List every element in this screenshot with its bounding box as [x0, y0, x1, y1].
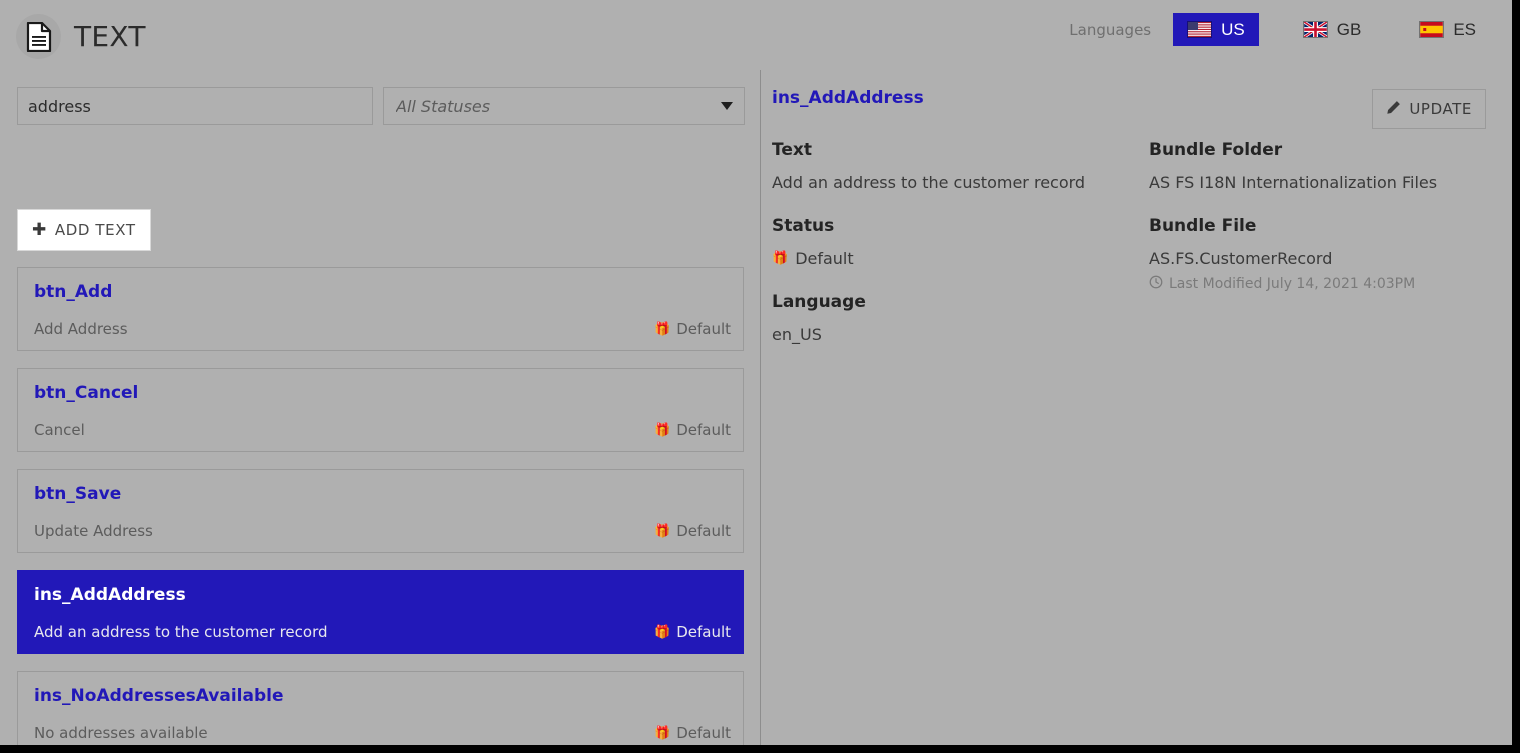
field-bundle-file: Bundle File AS.FS.CustomerRecord Last Mo… [1149, 216, 1509, 293]
status-badge: 🎁 Default [654, 320, 731, 338]
main-content: All Statuses ✚ ADD TEXT btn_Add Add Addr… [0, 70, 1512, 745]
list-item-key: ins_NoAddressesAvailable [34, 686, 284, 706]
document-icon [16, 14, 61, 59]
status-badge-label: Default [676, 724, 731, 742]
status-badge-label: Default [676, 421, 731, 439]
status-filter-wrap: All Statuses [383, 87, 745, 125]
status-badge: 🎁 Default [654, 522, 731, 540]
list-item[interactable]: btn_Save Update Address 🎁 Default [17, 469, 744, 553]
field-value-text: Add an address to the customer record [772, 173, 1086, 192]
field-value-bundle-file: AS.FS.CustomerRecord [1149, 249, 1333, 268]
detail-column-left: Text Add an address to the customer reco… [772, 140, 1142, 368]
language-button-us[interactable]: US [1173, 13, 1259, 46]
list-item-selected[interactable]: ins_AddAddress Add an address to the cus… [17, 570, 744, 654]
field-status: Status 🎁 Default [772, 216, 1142, 268]
field-value-bundle-folder: AS FS I18N Internationalization Files [1149, 173, 1438, 192]
gift-icon: 🎁 [654, 725, 671, 741]
list-item[interactable]: btn_Cancel Cancel 🎁 Default [17, 368, 744, 452]
status-badge: 🎁 Default [654, 421, 731, 439]
language-label-us: US [1221, 19, 1245, 39]
plus-icon: ✚ [32, 219, 47, 240]
text-list-pane: All Statuses ✚ ADD TEXT btn_Add Add Addr… [0, 70, 760, 745]
list-item-key: btn_Cancel [34, 383, 139, 403]
status-badge-label: Default [676, 522, 731, 540]
field-value-language: en_US [772, 325, 822, 344]
list-item-value: Add an address to the customer record [34, 623, 328, 641]
add-text-button-label: ADD TEXT [54, 221, 136, 239]
list-item-value: Add Address [34, 320, 128, 338]
language-button-es[interactable]: ES [1405, 13, 1490, 46]
status-badge-label: Default [676, 320, 731, 338]
detail-column-right: Bundle Folder AS FS I18N Internationaliz… [1149, 140, 1509, 317]
list-item-key: btn_Save [34, 484, 122, 504]
language-button-gb[interactable]: GB [1289, 13, 1376, 46]
add-text-button[interactable]: ✚ ADD TEXT [17, 209, 151, 251]
status-filter-select[interactable]: All Statuses [383, 87, 745, 125]
language-selector: Languages US GB ES [1069, 13, 1490, 46]
field-label-language: Language [772, 292, 866, 312]
last-modified: Last Modified July 14, 2021 4:03PM [1149, 275, 1509, 293]
list-item[interactable]: btn_Add Add Address 🎁 Default [17, 267, 744, 351]
gift-icon: 🎁 [654, 523, 671, 539]
field-value-status: 🎁 Default [772, 249, 1142, 268]
list-item[interactable]: ins_NoAddressesAvailable No addresses av… [17, 671, 744, 745]
pencil-icon [1386, 100, 1401, 119]
list-item-key: ins_AddAddress [34, 585, 186, 605]
field-bundle-folder: Bundle Folder AS FS I18N Internationaliz… [1149, 140, 1509, 192]
update-button-label: UPDATE [1409, 100, 1472, 118]
filter-bar: All Statuses [17, 87, 747, 125]
es-flag-icon [1419, 21, 1445, 38]
app-window: TEXT Languages US GB ES address All Stat… [0, 0, 1512, 745]
gift-icon: 🎁 [654, 422, 671, 438]
gb-flag-icon [1302, 20, 1328, 39]
status-badge: 🎁 Default [654, 623, 731, 641]
language-label-gb: GB [1336, 19, 1362, 39]
gift-icon: 🎁 [654, 624, 671, 640]
field-label-status: Status [772, 216, 835, 236]
status-badge-label: Default [676, 623, 731, 641]
languages-label: Languages [1069, 20, 1152, 39]
update-button[interactable]: UPDATE [1372, 89, 1486, 129]
field-text: Text Add an address to the customer reco… [772, 140, 1142, 192]
field-language: Language en_US [772, 292, 1142, 344]
page-title: TEXT [74, 19, 146, 53]
clock-icon [1149, 275, 1163, 293]
detail-key: ins_AddAddress [772, 88, 924, 108]
field-value-status-label: Default [795, 249, 854, 268]
status-badge: 🎁 Default [654, 724, 731, 742]
last-modified-label: Last Modified July 14, 2021 4:03PM [1169, 276, 1416, 292]
list-item-value: Update Address [34, 522, 153, 540]
list-item-value: No addresses available [34, 724, 208, 742]
app-header: TEXT Languages US GB ES [0, 0, 1512, 70]
field-label-bundle-file: Bundle File [1149, 216, 1257, 236]
us-flag-icon [1187, 21, 1213, 38]
brand: TEXT [16, 14, 146, 59]
gift-icon: 🎁 [772, 251, 789, 266]
list-item-key: btn_Add [34, 282, 113, 302]
gift-icon: 🎁 [654, 321, 671, 337]
text-detail-pane: ins_AddAddress UPDATE Text Add an addres… [761, 70, 1512, 745]
list-item-value: Cancel [34, 421, 85, 439]
text-list: btn_Add Add Address 🎁 Default btn_Cancel… [17, 267, 744, 745]
language-label-es: ES [1453, 19, 1476, 39]
field-label-text: Text [772, 140, 812, 160]
field-label-bundle-folder: Bundle Folder [1149, 140, 1283, 160]
search-input[interactable] [17, 87, 373, 125]
